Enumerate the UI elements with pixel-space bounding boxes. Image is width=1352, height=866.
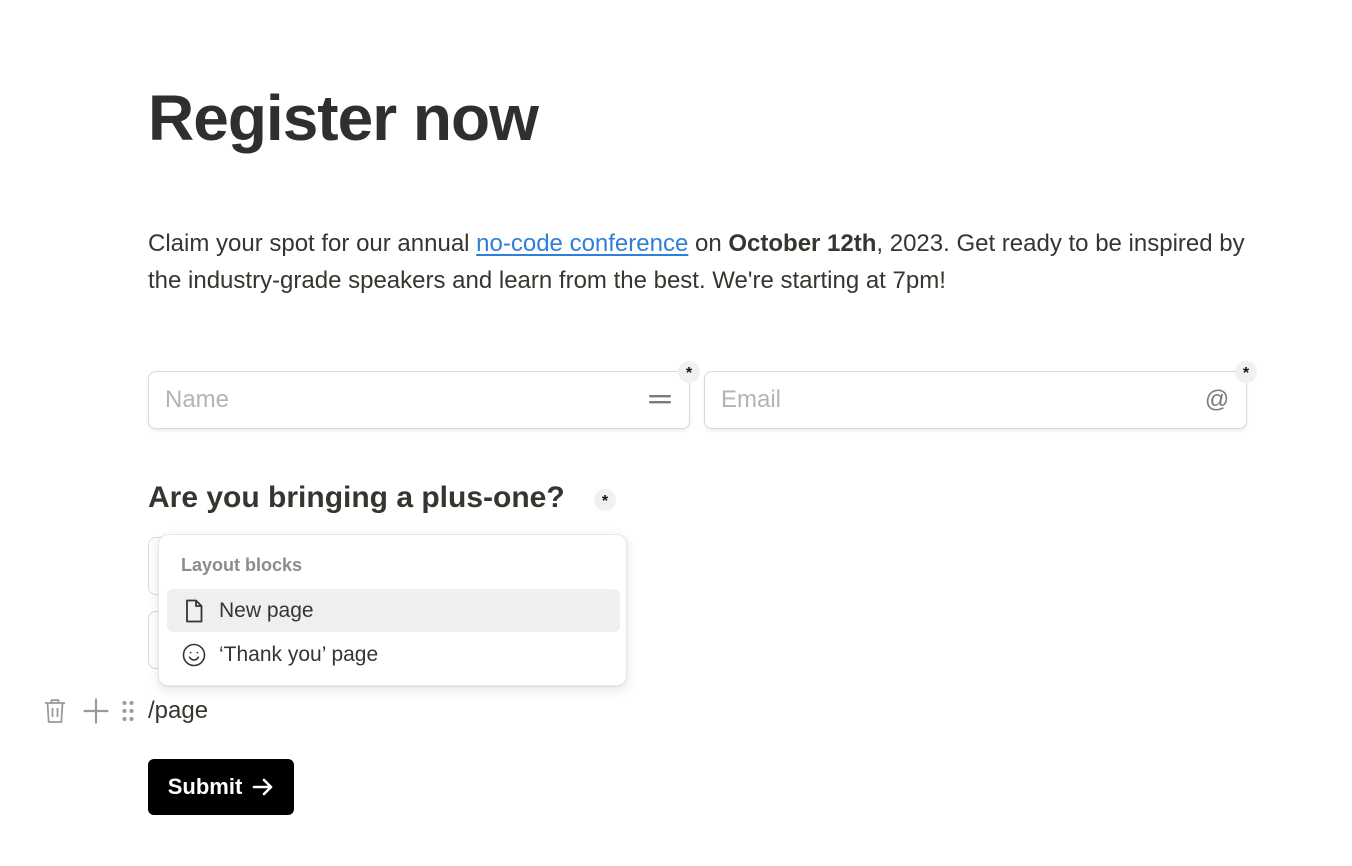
page-icon (181, 598, 207, 624)
menu-section-heading: Layout blocks (181, 555, 303, 575)
intro-text-2: on (688, 230, 729, 257)
short-text-icon (647, 387, 673, 413)
name-input[interactable] (165, 372, 635, 428)
menu-item-label: New page (219, 598, 314, 622)
email-required-mark: * (1235, 361, 1257, 383)
block-controls (40, 692, 138, 730)
conference-link[interactable]: no-code conference (476, 230, 688, 257)
plus-icon[interactable] (76, 698, 116, 724)
plus-one-question: Are you bringing a plus-one? (148, 481, 565, 514)
menu-item-thank-you-page[interactable]: ‘Thank you’ page (167, 633, 620, 676)
smiley-icon (181, 642, 207, 668)
name-field[interactable] (148, 371, 690, 429)
email-input[interactable] (721, 372, 1192, 428)
name-required-mark: * (678, 361, 700, 383)
arrow-right-icon (252, 777, 274, 797)
intro-paragraph: Claim your spot for our annual no-code c… (148, 225, 1258, 299)
question-required-mark: * (594, 489, 616, 511)
intro-text-1: Claim your spot for our annual (148, 230, 477, 257)
submit-label: Submit (167, 774, 243, 799)
menu-item-new-page[interactable]: New page (167, 589, 620, 632)
email-field[interactable]: @ (704, 371, 1247, 429)
submit-button[interactable]: Submit (148, 759, 294, 815)
slash-command-text[interactable]: /page (148, 693, 208, 729)
at-sign-icon: @ (1204, 386, 1230, 413)
trash-icon[interactable] (40, 698, 70, 724)
slash-command-menu: Layout blocks New page ‘Thank you’ page (158, 534, 627, 686)
intro-date: October 12th (728, 230, 877, 257)
menu-item-label: ‘Thank you’ page (219, 642, 379, 666)
drag-handle-icon[interactable] (118, 700, 138, 722)
page-title: Register now (148, 82, 539, 154)
